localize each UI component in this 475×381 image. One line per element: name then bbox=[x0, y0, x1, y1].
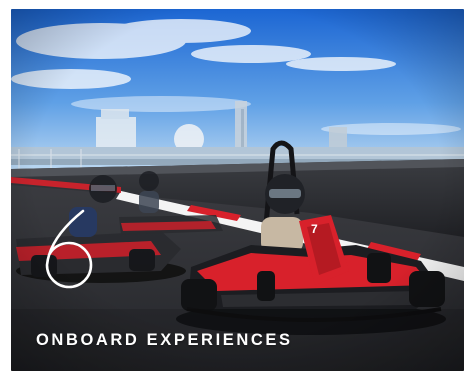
go-kart-photo: 7 bbox=[11, 9, 464, 371]
number-6-outline bbox=[45, 209, 93, 289]
experience-card[interactable]: 7 ONBOARD EXPERIENCES bbox=[11, 9, 464, 371]
card-title: ONBOARD EXPERIENCES bbox=[36, 331, 293, 349]
